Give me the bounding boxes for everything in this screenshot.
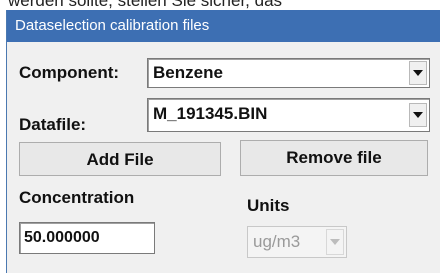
units-dropdown-button[interactable]	[326, 229, 344, 255]
component-dropdown[interactable]: Benzene	[147, 58, 430, 88]
add-file-button[interactable]: Add File	[19, 142, 221, 176]
concentration-input[interactable]: 50.000000	[19, 222, 155, 254]
component-label: Component:	[19, 63, 120, 82]
chevron-down-icon	[413, 112, 423, 118]
background-text: werden sollte, stellen Sie sicher, das	[8, 0, 283, 10]
background-document-text: werden sollte, stellen Sie sicher, das	[0, 0, 440, 10]
component-dropdown-button[interactable]	[409, 61, 427, 85]
datafile-label: Datafile:	[19, 115, 87, 134]
units-dropdown[interactable]: ug/m3	[247, 226, 347, 258]
units-label: Units	[247, 196, 290, 215]
dialog-window: Dataselection calibration files Componen…	[6, 10, 440, 273]
component-value: Benzene	[153, 63, 223, 82]
datafile-dropdown-button[interactable]	[409, 103, 427, 127]
remove-file-button[interactable]: Remove file	[240, 140, 428, 176]
datafile-value: M_191345.BIN	[153, 104, 268, 123]
concentration-label: Concentration	[19, 188, 135, 207]
units-value: ug/m3	[253, 232, 301, 251]
chevron-down-icon	[413, 70, 423, 76]
chevron-down-icon	[330, 239, 340, 245]
datafile-dropdown[interactable]: M_191345.BIN	[147, 98, 430, 132]
dialog-title: Dataselection calibration files	[7, 10, 440, 42]
